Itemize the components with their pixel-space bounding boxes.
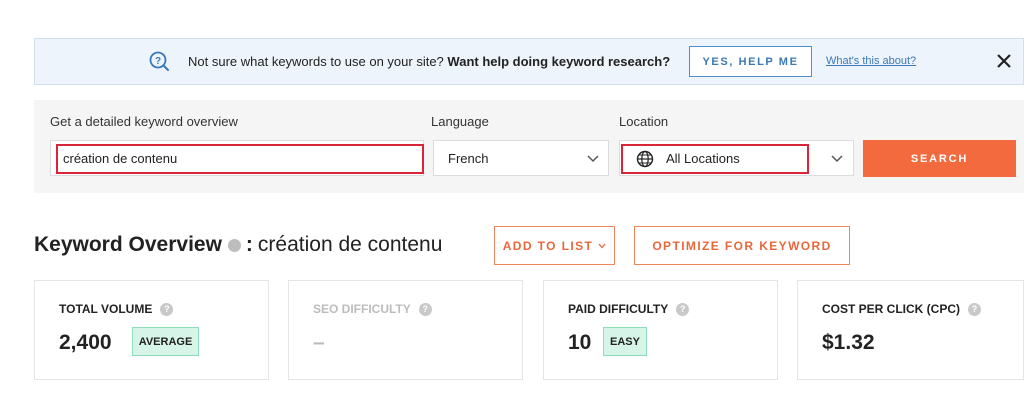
- keyword-overview-title: Keyword Overview : création de contenu: [34, 233, 442, 257]
- location-label: Location: [619, 114, 669, 129]
- help-icon[interactable]: [418, 302, 432, 316]
- add-to-list-label: ADD TO LIST: [502, 238, 594, 253]
- globe-icon: [636, 150, 654, 168]
- metric-value: –: [313, 331, 325, 354]
- location-select[interactable]: All Locations: [619, 140, 854, 176]
- metric-label-text: TOTAL VOLUME: [59, 302, 153, 316]
- metric-label: COST PER CLICK (CPC): [822, 302, 981, 316]
- metric-label: SEO DIFFICULTY: [313, 302, 432, 316]
- chevron-down-icon: [587, 155, 599, 163]
- title-separator: :: [245, 233, 253, 256]
- search-button[interactable]: SEARCH: [863, 140, 1016, 177]
- language-select-value: French: [448, 150, 489, 166]
- close-icon[interactable]: [993, 50, 1015, 72]
- metric-label: PAID DIFFICULTY: [568, 302, 690, 316]
- metric-card-paid-difficulty: PAID DIFFICULTY 10 EASY: [543, 280, 778, 380]
- metric-label: TOTAL VOLUME: [59, 302, 174, 316]
- metric-card-cost-per-click: COST PER CLICK (CPC) $1.32: [797, 280, 1024, 380]
- keyword-help-banner: ? Not sure what keywords to use on your …: [34, 38, 1024, 85]
- banner-message-text: Not sure what keywords to use on your si…: [188, 54, 444, 69]
- chevron-down-icon: [831, 155, 843, 163]
- keyword-input[interactable]: création de contenu: [50, 140, 424, 176]
- status-badge: EASY: [603, 327, 647, 356]
- metric-value: 2,400: [59, 331, 112, 354]
- yes-help-me-button[interactable]: YES, HELP ME: [689, 46, 812, 77]
- help-icon[interactable]: [160, 302, 174, 316]
- banner-message: Not sure what keywords to use on your si…: [188, 54, 670, 69]
- help-icon[interactable]: [968, 302, 981, 316]
- optimize-for-keyword-button[interactable]: OPTIMIZE FOR KEYWORD: [634, 226, 850, 265]
- help-icon[interactable]: [676, 302, 690, 316]
- page-title: Keyword Overview: [34, 233, 222, 256]
- language-select[interactable]: French: [433, 140, 609, 176]
- info-icon[interactable]: [227, 238, 241, 252]
- metric-value: 10: [568, 331, 592, 354]
- search-panel: Get a detailed keyword overview Language…: [34, 100, 1024, 193]
- metric-label-text: PAID DIFFICULTY: [568, 302, 669, 316]
- language-label: Language: [431, 114, 489, 129]
- metric-card-seo-difficulty: SEO DIFFICULTY –: [288, 280, 523, 380]
- chevron-down-icon: [598, 243, 606, 248]
- keyword-input-value: création de contenu: [63, 150, 178, 166]
- status-badge: AVERAGE: [132, 327, 199, 356]
- svg-text:?: ?: [155, 56, 161, 67]
- metric-value: $1.32: [822, 331, 875, 354]
- overview-keyword: création de contenu: [257, 233, 443, 256]
- location-select-value: All Locations: [666, 150, 740, 166]
- metric-card-total-volume: TOTAL VOLUME 2,400 AVERAGE: [34, 280, 269, 380]
- whats-this-about-link[interactable]: What's this about?: [826, 55, 916, 67]
- banner-message-bold: Want help doing keyword research?: [447, 54, 671, 69]
- question-search-icon: ?: [149, 51, 169, 71]
- metric-label-text: COST PER CLICK (CPC): [822, 302, 960, 316]
- keyword-label: Get a detailed keyword overview: [50, 114, 238, 129]
- metric-label-text: SEO DIFFICULTY: [313, 302, 411, 316]
- add-to-list-button[interactable]: ADD TO LIST: [494, 226, 615, 265]
